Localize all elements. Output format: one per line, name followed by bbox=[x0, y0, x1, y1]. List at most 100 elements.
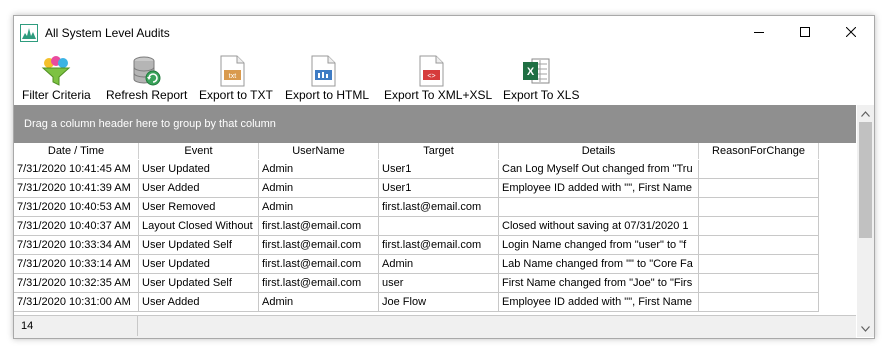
cell-date-time: 7/31/2020 10:33:14 AM bbox=[14, 255, 139, 274]
table-row[interactable]: 7/31/2020 10:41:39 AM User Added Admin U… bbox=[14, 179, 819, 198]
cell-target: user bbox=[379, 274, 499, 293]
svg-text:txt: txt bbox=[229, 73, 236, 80]
cell-reason-for-change bbox=[699, 274, 819, 293]
chevron-up-icon bbox=[861, 110, 870, 117]
cell-target bbox=[379, 217, 499, 236]
maximize-icon bbox=[800, 27, 810, 37]
cell-date-time: 7/31/2020 10:31:00 AM bbox=[14, 293, 139, 312]
column-header-reason-for-change[interactable]: ReasonForChange bbox=[699, 143, 819, 159]
cell-details: Closed without saving at 07/31/2020 1 bbox=[499, 217, 699, 236]
cell-username: Admin bbox=[259, 179, 379, 198]
cell-target: Joe Flow bbox=[379, 293, 499, 312]
export-html-label: Export to HTML bbox=[285, 88, 370, 102]
scroll-down-button[interactable] bbox=[857, 320, 874, 337]
column-header-date-time[interactable]: Date / Time bbox=[14, 143, 139, 159]
cell-date-time: 7/31/2020 10:41:45 AM bbox=[14, 160, 139, 179]
table-row[interactable]: 7/31/2020 10:32:35 AM User Updated Self … bbox=[14, 274, 819, 293]
group-by-hint: Drag a column header here to group by th… bbox=[24, 118, 276, 130]
column-header-details[interactable]: Details bbox=[499, 143, 699, 159]
column-header-username[interactable]: UserName bbox=[259, 143, 379, 159]
scroll-up-button[interactable] bbox=[857, 105, 874, 122]
cell-event: User Updated Self bbox=[139, 274, 259, 293]
export-xls-button[interactable]: X Export To XLS bbox=[502, 50, 580, 106]
xml-file-icon: <> bbox=[419, 55, 444, 87]
cell-target: first.last@email.com bbox=[379, 236, 499, 255]
toolbar: Filter Criteria Refresh Report txt Expor… bbox=[14, 50, 874, 106]
cell-target: User1 bbox=[379, 179, 499, 198]
cell-details: First Name changed from "Joe" to "Firs bbox=[499, 274, 699, 293]
cell-date-time: 7/31/2020 10:40:37 AM bbox=[14, 217, 139, 236]
excel-file-icon: X bbox=[523, 58, 550, 84]
vertical-scrollbar[interactable] bbox=[857, 105, 874, 337]
export-xml-xsl-label: Export To XML+XSL bbox=[384, 88, 493, 102]
cell-username: first.last@email.com bbox=[259, 217, 379, 236]
cell-details: Lab Name changed from "" to "Core Fa bbox=[499, 255, 699, 274]
maximize-button[interactable] bbox=[782, 16, 828, 48]
row-count: 14 bbox=[14, 316, 138, 336]
cell-date-time: 7/31/2020 10:40:53 AM bbox=[14, 198, 139, 217]
html-file-icon bbox=[311, 55, 336, 87]
cell-reason-for-change bbox=[699, 255, 819, 274]
minimize-icon bbox=[754, 32, 764, 33]
cell-date-time: 7/31/2020 10:33:34 AM bbox=[14, 236, 139, 255]
title-bar: All System Level Audits bbox=[14, 16, 874, 48]
cell-event: User Added bbox=[139, 293, 259, 312]
cell-reason-for-change bbox=[699, 293, 819, 312]
cell-username: first.last@email.com bbox=[259, 236, 379, 255]
cell-details: Employee ID added with "", First Name bbox=[499, 179, 699, 198]
cell-reason-for-change bbox=[699, 236, 819, 255]
txt-file-icon: txt bbox=[220, 55, 245, 87]
cell-event: User Updated bbox=[139, 255, 259, 274]
filter-funnel-icon bbox=[41, 56, 71, 86]
cell-username: first.last@email.com bbox=[259, 274, 379, 293]
column-header-target[interactable]: Target bbox=[379, 143, 499, 159]
database-refresh-icon bbox=[133, 56, 161, 86]
cell-username: Admin bbox=[259, 198, 379, 217]
cell-details: Login Name changed from "user" to "f bbox=[499, 236, 699, 255]
cell-username: Admin bbox=[259, 160, 379, 179]
svg-text:X: X bbox=[527, 66, 535, 78]
export-html-button[interactable]: Export to HTML bbox=[284, 50, 370, 106]
svg-text:<>: <> bbox=[427, 73, 435, 80]
column-header-event[interactable]: Event bbox=[139, 143, 259, 159]
audit-window: All System Level Audits Filter Criteria bbox=[13, 15, 875, 339]
export-xls-label: Export To XLS bbox=[503, 88, 580, 102]
filter-criteria-label: Filter Criteria bbox=[22, 88, 91, 102]
chevron-down-icon bbox=[861, 325, 870, 332]
refresh-report-label: Refresh Report bbox=[106, 88, 188, 102]
cell-event: User Updated Self bbox=[139, 236, 259, 255]
cell-event: Layout Closed Without bbox=[139, 217, 259, 236]
cell-reason-for-change bbox=[699, 160, 819, 179]
app-chart-icon bbox=[20, 24, 38, 42]
table-row[interactable]: 7/31/2020 10:40:53 AM User Removed Admin… bbox=[14, 198, 819, 217]
cell-username: first.last@email.com bbox=[259, 255, 379, 274]
cell-details: Employee ID added with "", First Name bbox=[499, 293, 699, 312]
filter-criteria-button[interactable]: Filter Criteria bbox=[21, 50, 91, 106]
cell-event: User Removed bbox=[139, 198, 259, 217]
table-row[interactable]: 7/31/2020 10:33:34 AM User Updated Self … bbox=[14, 236, 819, 255]
table-row[interactable]: 7/31/2020 10:41:45 AM User Updated Admin… bbox=[14, 160, 819, 179]
cell-username: Admin bbox=[259, 293, 379, 312]
minimize-button[interactable] bbox=[736, 16, 782, 48]
scroll-thumb[interactable] bbox=[859, 122, 872, 238]
cell-date-time: 7/31/2020 10:32:35 AM bbox=[14, 274, 139, 293]
table-row[interactable]: 7/31/2020 10:33:14 AM User Updated first… bbox=[14, 255, 819, 274]
group-by-panel[interactable]: Drag a column header here to group by th… bbox=[14, 105, 856, 143]
export-xml-xsl-button[interactable]: <> Export To XML+XSL bbox=[383, 50, 493, 106]
window-title: All System Level Audits bbox=[45, 26, 170, 40]
cell-details bbox=[499, 198, 699, 217]
cell-target: Admin bbox=[379, 255, 499, 274]
table-row[interactable]: 7/31/2020 10:31:00 AM User Added Admin J… bbox=[14, 293, 819, 312]
export-txt-button[interactable]: txt Export to TXT bbox=[198, 50, 273, 106]
cell-reason-for-change bbox=[699, 198, 819, 217]
cell-target: first.last@email.com bbox=[379, 198, 499, 217]
cell-details: Can Log Myself Out changed from "Tru bbox=[499, 160, 699, 179]
cell-reason-for-change bbox=[699, 179, 819, 198]
close-button[interactable] bbox=[828, 16, 874, 48]
cell-date-time: 7/31/2020 10:41:39 AM bbox=[14, 179, 139, 198]
cell-event: User Added bbox=[139, 179, 259, 198]
cell-event: User Updated bbox=[139, 160, 259, 179]
refresh-report-button[interactable]: Refresh Report bbox=[105, 50, 188, 106]
grid-footer: 14 bbox=[14, 315, 856, 338]
table-row[interactable]: 7/31/2020 10:40:37 AM Layout Closed With… bbox=[14, 217, 819, 236]
